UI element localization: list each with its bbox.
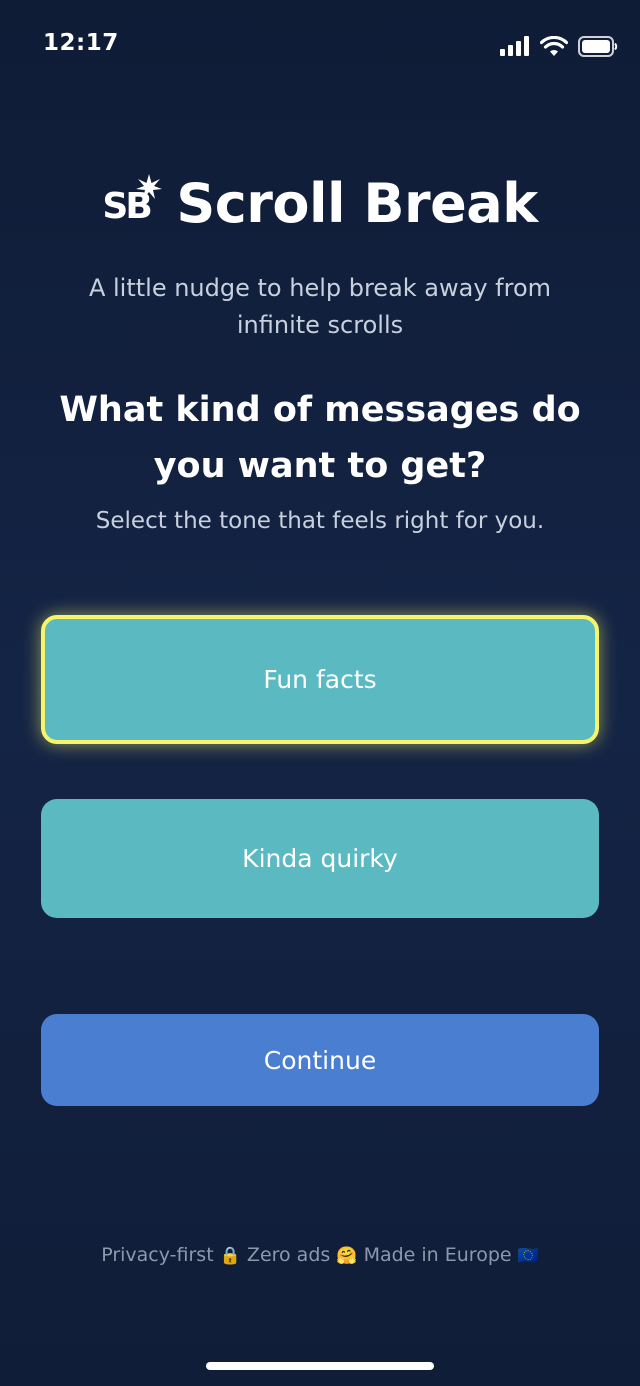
footer: Privacy-first 🔒 Zero ads 🤗 Made in Europ… (0, 1244, 640, 1266)
burst-icon (136, 173, 163, 199)
home-indicator[interactable] (206, 1362, 434, 1370)
app-logo: SB Scroll Break (0, 172, 640, 235)
footer-privacy: Privacy-first (101, 1244, 214, 1266)
continue-button[interactable]: Continue (41, 1014, 599, 1106)
status-bar: 12:17 (0, 0, 640, 94)
footer-made-in: Made in Europe (363, 1244, 512, 1266)
continue-label: Continue (263, 1045, 377, 1075)
tagline: A little nudge to help break away from i… (88, 274, 552, 339)
option-kinda-quirky[interactable]: Kinda quirky (41, 799, 599, 918)
option-fun-facts[interactable]: Fun facts (41, 615, 599, 744)
page-title: What kind of messages do you want to get… (59, 390, 581, 486)
footer-ads: Zero ads (246, 1244, 331, 1266)
cellular-signal-icon (500, 36, 529, 56)
hugging-face-icon: 🤗 (336, 1246, 358, 1266)
page-subtitle: Select the tone that feels right for you… (95, 508, 545, 534)
eu-flag-icon: 🇪🇺 (517, 1246, 539, 1266)
status-time: 12:17 (43, 30, 119, 56)
logo-mark: SB (102, 173, 163, 234)
status-icons (500, 34, 618, 58)
option-label: Kinda quirky (242, 844, 398, 873)
lock-icon: 🔒 (219, 1246, 241, 1266)
option-label: Fun facts (263, 665, 377, 694)
app-name: Scroll Break (176, 172, 538, 235)
battery-icon (578, 35, 618, 57)
wifi-icon (540, 35, 568, 56)
